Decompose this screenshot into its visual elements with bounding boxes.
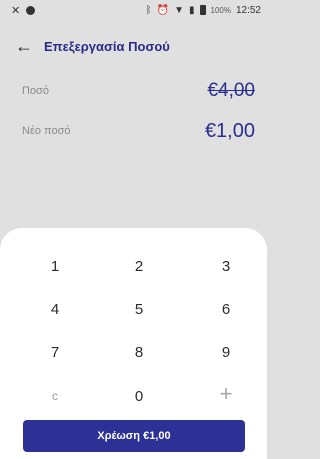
sim-icon: ▮ (188, 4, 195, 16)
key-6[interactable]: 6 (191, 293, 261, 325)
wifi-icon: ▼ (174, 4, 184, 16)
new-amount-row: Νέο ποσό €1,00 (0, 114, 267, 148)
bluetooth-icon: ᛒ (145, 4, 152, 16)
battery-percent: 100% (210, 5, 231, 15)
status-bar-left: ✕ (11, 4, 146, 17)
arrow-left-icon: ← (15, 35, 33, 56)
amount-label: Ποσό (22, 85, 49, 97)
key-3[interactable]: 3 (191, 250, 261, 282)
charge-button[interactable]: Χρέωση €1,00 (23, 420, 245, 452)
key-plus[interactable]: + (191, 378, 261, 410)
new-amount-label: Νέο ποσό (22, 125, 71, 137)
key-clear[interactable]: c (20, 380, 90, 412)
amount-row: Ποσό €4,00 (0, 76, 267, 106)
old-amount-value: €4,00 (207, 80, 255, 101)
key-8[interactable]: 8 (104, 336, 174, 368)
page-title: Επεξεργασία Ποσού (44, 38, 170, 54)
close-x-icon: ✕ (11, 4, 21, 17)
key-9[interactable]: 9 (191, 336, 261, 368)
key-1[interactable]: 1 (20, 250, 90, 282)
status-bar-right: ᛒ ⏰ ▼ ▮ 100% 12:52 (146, 5, 261, 16)
status-time: 12:52 (235, 4, 261, 16)
app-bar: ← Επεξεργασία Ποσού (0, 30, 267, 62)
status-bar: ✕ ᛒ ⏰ ▼ ▮ 100% 12:52 (0, 0, 267, 20)
key-2[interactable]: 2 (104, 250, 174, 282)
key-7[interactable]: 7 (20, 336, 90, 368)
battery-icon (199, 5, 206, 15)
key-0[interactable]: 0 (104, 380, 174, 412)
dot-icon (26, 5, 36, 15)
back-button[interactable]: ← (4, 36, 44, 57)
key-4[interactable]: 4 (20, 293, 90, 325)
alarm-icon: ⏰ (156, 4, 170, 16)
key-5[interactable]: 5 (104, 293, 174, 325)
new-amount-value: €1,00 (204, 119, 255, 142)
